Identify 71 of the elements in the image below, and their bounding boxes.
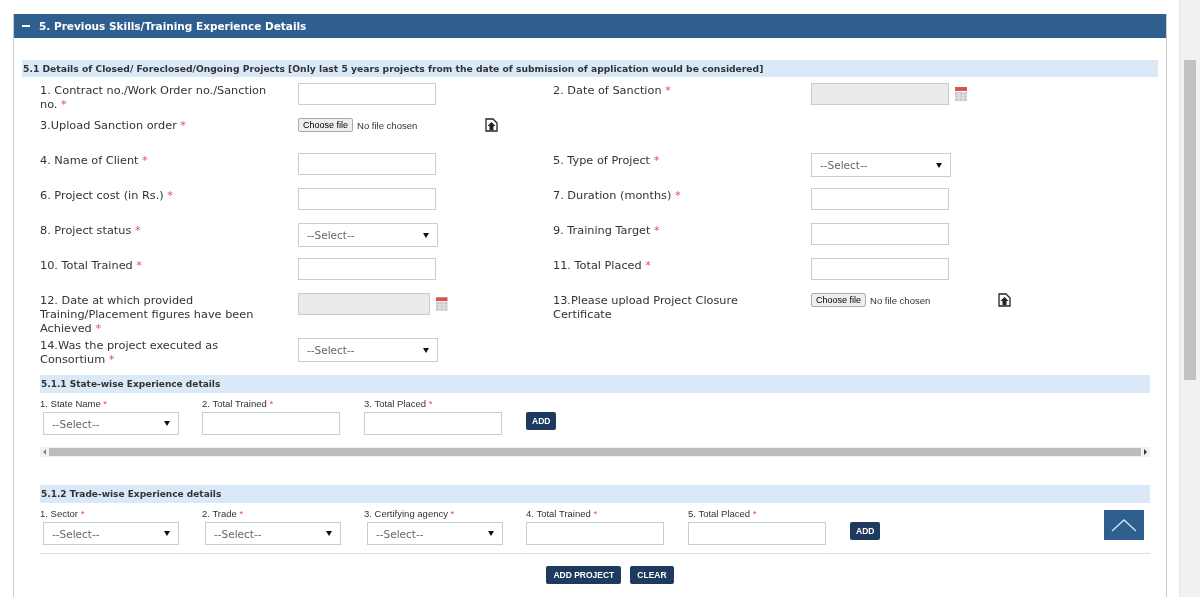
text-field[interactable] xyxy=(688,522,826,545)
choose-file-button[interactable]: Choose file xyxy=(298,118,354,132)
add-button[interactable]: ADD xyxy=(526,412,557,430)
field-label: 12. Date at which provided Training/Placement figures have been Achieved * xyxy=(40,294,254,335)
text-field[interactable] xyxy=(298,153,436,175)
caret-icon xyxy=(164,531,170,536)
field-label: 11. Total Placed * xyxy=(553,259,651,272)
field-label: 2. Total Trained * xyxy=(202,398,274,409)
calendar-icon[interactable] xyxy=(955,87,967,101)
text-field[interactable] xyxy=(298,83,436,105)
field-label: 4. Total Trained * xyxy=(526,508,598,519)
chevron-up-icon xyxy=(1111,518,1137,532)
field-label: 3.Upload Sanction order * xyxy=(40,119,187,132)
panel-title: 5. Previous Skills/Training Experience Details xyxy=(39,20,307,32)
text-field[interactable] xyxy=(811,223,949,245)
file-status: No file chosen xyxy=(870,294,932,306)
upload-icon[interactable] xyxy=(998,293,1012,307)
caret-icon xyxy=(423,232,429,238)
field-label: 5. Type of Project * xyxy=(553,154,660,167)
text-field[interactable] xyxy=(526,522,664,545)
subsection-header: 5.1.2 Trade-wise Experience details xyxy=(40,485,1150,503)
field-label: 1. Sector * xyxy=(40,508,85,519)
choose-file-button[interactable]: Choose file xyxy=(811,293,867,307)
panel-header[interactable]: 5. Previous Skills/Training Experience Details xyxy=(14,14,1166,38)
date-field[interactable] xyxy=(298,293,431,315)
field-label: 1. Contract no./Work Order no./Sanction no. * xyxy=(40,84,267,111)
field-label: 14.Was the project executed as Consortium * xyxy=(40,339,219,366)
field-label: 6. Project cost (in Rs.) * xyxy=(40,189,173,202)
caret-icon xyxy=(164,421,170,426)
field-label: 3. Certifying agency * xyxy=(364,508,455,519)
scroll-to-top-button[interactable] xyxy=(1104,510,1144,540)
collapse-icon[interactable] xyxy=(22,22,30,30)
text-field[interactable] xyxy=(202,412,340,435)
caret-icon xyxy=(423,347,429,353)
add-button[interactable]: ADD xyxy=(850,522,881,540)
field-label: 2. Trade * xyxy=(202,508,244,519)
field-label: 1. State Name * xyxy=(40,398,108,409)
caret-icon xyxy=(326,531,332,536)
subsection-header: 5.1.1 State-wise Experience details xyxy=(40,375,1150,393)
vertical-scrollbar[interactable] xyxy=(1179,0,1200,597)
caret-icon xyxy=(488,531,494,536)
select-dropdown[interactable]: --Select-- xyxy=(205,522,341,545)
field-label: 5. Total Placed * xyxy=(688,508,757,519)
upload-icon[interactable] xyxy=(485,118,499,132)
field-label: 8. Project status * xyxy=(40,224,141,237)
select-dropdown[interactable]: --Select-- xyxy=(43,412,179,435)
field-label: 10. Total Trained * xyxy=(40,259,142,272)
text-field[interactable] xyxy=(811,188,949,210)
field-label: 7. Duration (months) * xyxy=(553,189,681,202)
field-label: 4. Name of Client * xyxy=(40,154,148,167)
date-field[interactable] xyxy=(811,83,949,105)
field-label: 9. Training Target * xyxy=(553,224,660,237)
calendar-icon[interactable] xyxy=(436,297,448,311)
field-label: 13.Please upload Project Closure Certificate xyxy=(553,294,738,321)
text-field[interactable] xyxy=(811,258,949,280)
select-dropdown[interactable]: --Select-- xyxy=(298,338,438,362)
horizontal-scrollbar[interactable] xyxy=(40,447,1150,457)
text-field[interactable] xyxy=(364,412,502,435)
select-dropdown[interactable]: --Select-- xyxy=(43,522,179,545)
select-dropdown[interactable]: --Select-- xyxy=(811,153,951,177)
field-label: 3. Total Placed * xyxy=(364,398,433,409)
text-field[interactable] xyxy=(298,258,436,280)
action-button[interactable]: CLEAR xyxy=(630,566,674,584)
file-status: No file chosen xyxy=(357,119,419,131)
field-label: 2. Date of Sanction * xyxy=(553,84,671,97)
action-button[interactable]: ADD PROJECT xyxy=(546,566,622,584)
caret-icon xyxy=(936,162,942,168)
select-dropdown[interactable]: --Select-- xyxy=(298,223,438,247)
select-dropdown[interactable]: --Select-- xyxy=(367,522,503,545)
text-field[interactable] xyxy=(298,188,436,210)
section-header: 5.1 Details of Closed/ Foreclosed/Ongoing Projects [Only last 5 years projects from the date of submission of application would be considered] xyxy=(22,60,1158,77)
